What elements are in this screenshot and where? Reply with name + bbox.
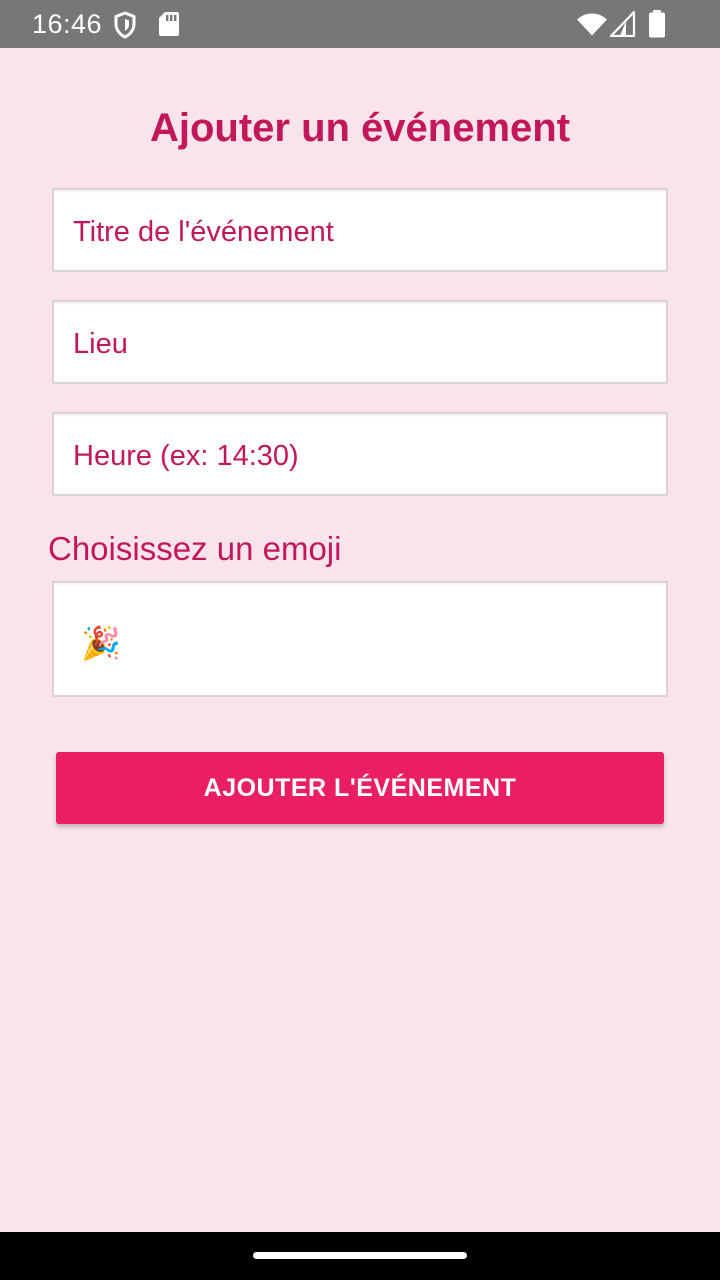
time-input[interactable] xyxy=(54,414,666,494)
home-gesture-handle[interactable] xyxy=(253,1252,467,1259)
selected-emoji[interactable]: 🎉 xyxy=(81,623,121,663)
place-input[interactable] xyxy=(54,302,666,382)
battery-icon xyxy=(649,10,665,38)
emoji-label: Choisissez un emoji xyxy=(48,530,342,567)
wifi-icon xyxy=(577,13,607,36)
event-title-input[interactable] xyxy=(54,190,666,270)
shield-icon xyxy=(114,11,136,39)
add-event-button[interactable]: AJOUTER L'ÉVÉNEMENT xyxy=(56,752,664,824)
status-bar: 16:46 xyxy=(0,0,720,48)
event-title-field[interactable] xyxy=(52,188,668,272)
page-title: Ajouter un événement xyxy=(149,106,571,150)
cell-signal-icon xyxy=(610,11,636,37)
sd-card-icon xyxy=(159,12,179,36)
navigation-bar xyxy=(0,1232,720,1280)
emoji-selector[interactable]: 🎉 xyxy=(52,581,668,697)
time-field[interactable] xyxy=(52,412,668,496)
place-field[interactable] xyxy=(52,300,668,384)
status-time: 16:46 xyxy=(32,9,103,39)
